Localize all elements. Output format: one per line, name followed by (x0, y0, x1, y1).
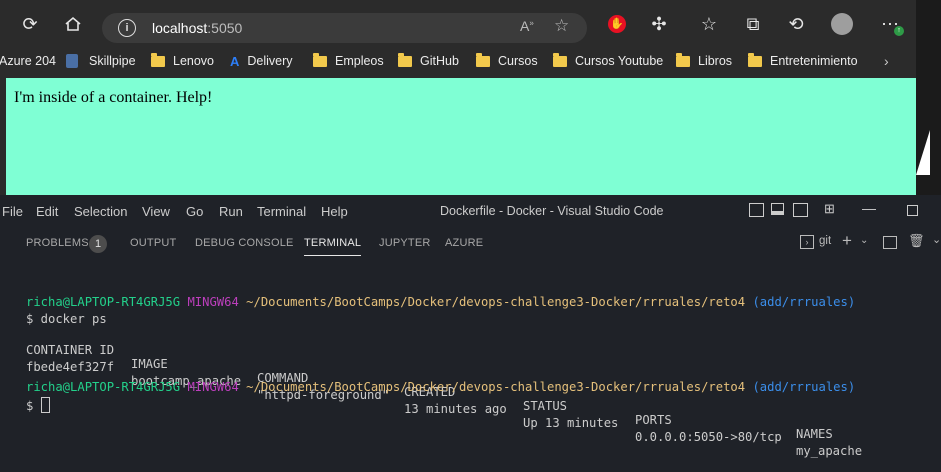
bookmark-cursos[interactable]: Cursos (476, 52, 538, 70)
trash-icon[interactable]: 🗑 (908, 233, 925, 249)
skillpipe-icon (66, 54, 78, 68)
prompt-line: richa@LAPTOP-RT4GRJ5G MINGW64 ~/Document… (26, 295, 856, 309)
browser-toolbar: ⟳ i localhost:5050 A» ☆ ✋ ✣ ☆ ⧉ ⟲ ⋯ ↑ (0, 0, 916, 48)
more-menu-icon[interactable]: ⋯ ↑ (876, 10, 904, 38)
docker-ps-row: fbede4ef327f bootcamp_apache "httpd-fore… (26, 360, 863, 458)
folder-icon (748, 52, 762, 67)
tab-jupyter[interactable]: JUPYTER (379, 237, 431, 249)
collections-icon[interactable]: ⧉ (739, 10, 767, 38)
tab-problems[interactable]: PROBLEMS (26, 237, 89, 249)
terminal-shell-label[interactable]: git (819, 235, 831, 247)
problems-count-badge: 1 (89, 235, 107, 253)
maximize-icon[interactable] (907, 205, 918, 216)
tab-terminal[interactable]: TERMINAL (304, 237, 362, 256)
home-icon[interactable] (59, 10, 87, 38)
folder-icon (553, 52, 567, 67)
menu-selection[interactable]: Selection (74, 204, 127, 219)
folder-icon (676, 52, 690, 67)
menu-help[interactable]: Help (321, 204, 348, 219)
bookmark-libros[interactable]: Libros (676, 52, 732, 70)
panel-chevron-icon[interactable]: ⌄ (932, 233, 941, 246)
browser-window: ⟳ i localhost:5050 A» ☆ ✋ ✣ ☆ ⧉ ⟲ ⋯ ↑ Azu… (0, 0, 916, 195)
tab-output[interactable]: OUTPUT (130, 237, 176, 249)
folder-icon (476, 52, 490, 67)
page-message: I'm inside of a container. Help! (14, 89, 213, 106)
command-line: $ docker ps (26, 312, 107, 326)
menu-view[interactable]: View (142, 204, 170, 219)
site-info-icon[interactable]: i (118, 19, 136, 37)
split-terminal-icon[interactable] (883, 236, 897, 249)
toggle-panel-icon[interactable] (771, 203, 784, 215)
address-port: :5050 (207, 20, 243, 36)
minimize-icon[interactable]: — (862, 200, 876, 216)
history-icon[interactable]: ⟲ (782, 10, 810, 38)
menu-file[interactable]: File (2, 204, 23, 219)
favorites-icon[interactable]: ☆ (695, 10, 723, 38)
bookmark-entretenimiento[interactable]: Entretenimiento (748, 52, 858, 70)
profile-avatar[interactable] (828, 10, 856, 38)
read-aloud-icon[interactable]: A» (520, 18, 534, 34)
terminal[interactable]: richa@LAPTOP-RT4GRJ5G MINGW64 ~/Document… (0, 260, 941, 458)
address-host: localhost (152, 20, 208, 36)
menu-go[interactable]: Go (186, 204, 203, 219)
bookmark-github[interactable]: GitHub (398, 52, 459, 70)
menu-edit[interactable]: Edit (36, 204, 58, 219)
folder-icon (398, 52, 412, 67)
bookmark-empleos[interactable]: Empleos (313, 52, 384, 70)
extensions-icon[interactable]: ✣ (645, 10, 673, 38)
azure-icon: A (230, 53, 240, 69)
chevron-down-icon[interactable]: ⌄ (860, 235, 868, 246)
tab-azure[interactable]: AZURE (445, 237, 483, 249)
background-window-edge (916, 0, 941, 195)
input-line[interactable]: $ (26, 397, 50, 413)
new-terminal-icon[interactable]: + (842, 231, 852, 251)
window-title: Dockerfile - Docker - Visual Studio Code (440, 204, 664, 218)
address-bar[interactable]: i localhost:5050 A» ☆ (102, 13, 587, 43)
bookmark-lenovo[interactable]: Lenovo (151, 52, 214, 70)
refresh-icon[interactable]: ⟳ (16, 10, 44, 38)
toggle-secondary-sidebar-icon[interactable] (793, 203, 808, 217)
bookmark-azure-204[interactable]: Azure 204 (0, 52, 56, 70)
favorite-add-icon[interactable]: ☆ (554, 16, 569, 36)
menu-run[interactable]: Run (219, 204, 243, 219)
bookmark-skillpipe[interactable]: Skillpipe (66, 52, 136, 70)
bookmark-delivery[interactable]: A Delivery (230, 52, 293, 70)
bookmarks-bar: Azure 204 Skillpipe Lenovo A Delivery Emp… (0, 48, 916, 74)
terminal-shell-icon[interactable]: › (800, 235, 814, 249)
terminal-cursor (40, 397, 50, 413)
page-content: I'm inside of a container. Help! (6, 78, 916, 195)
vscode-titlebar: File Edit Selection View Go Run Terminal… (0, 196, 941, 226)
folder-icon (313, 52, 327, 67)
toggle-sidebar-icon[interactable] (749, 203, 764, 217)
tab-debug-console[interactable]: DEBUG CONSOLE (195, 237, 294, 249)
menu-terminal[interactable]: Terminal (257, 204, 306, 219)
folder-icon (151, 52, 165, 67)
panel-tabs: PROBLEMS 1 OUTPUT DEBUG CONSOLE TERMINAL… (0, 226, 941, 260)
extension-stop-icon[interactable]: ✋ (603, 10, 631, 38)
prompt-line-2: richa@LAPTOP-RT4GRJ5G MINGW64 ~/Document… (26, 380, 856, 394)
docker-ps-header: CONTAINER ID IMAGE COMMAND CREATED STATU… (26, 343, 833, 441)
customize-layout-icon[interactable]: ⊞ (824, 201, 835, 217)
bookmark-cursos-youtube[interactable]: Cursos Youtube (553, 52, 663, 70)
chevron-right-icon[interactable]: › (884, 52, 889, 70)
